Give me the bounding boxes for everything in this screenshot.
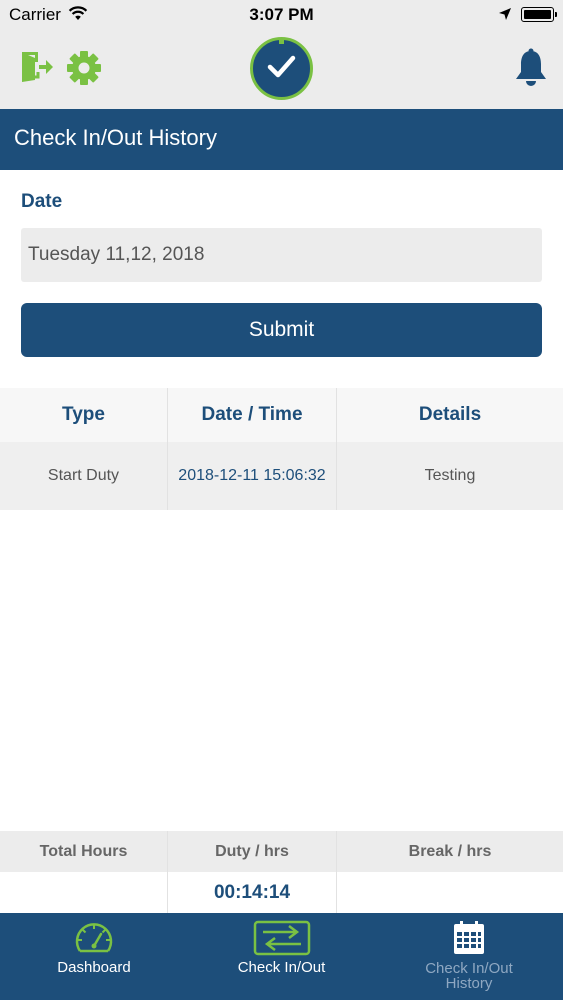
duty-hours-label: Duty / hrs: [168, 831, 337, 872]
break-hours-value: [337, 872, 563, 914]
title-bar: Check In/Out History: [0, 109, 563, 170]
column-header-date-time: Date / Time: [168, 388, 337, 442]
logout-icon[interactable]: [19, 50, 55, 89]
table-header-row: Type Date / Time Details: [0, 388, 563, 442]
app-header: [0, 30, 563, 109]
tab-dashboard-label: Dashboard: [57, 959, 131, 976]
tab-dashboard[interactable]: Dashboard: [0, 913, 188, 1000]
total-hours-value: [0, 872, 168, 914]
cell-date-time: 2018-12-11 15:06:32: [168, 442, 337, 510]
tab-check-in-out-history[interactable]: Check In/Out History: [375, 913, 563, 1000]
tab-check-in-out-history-label: Check In/Out History: [425, 960, 513, 992]
dashboard-gauge-icon: [74, 920, 114, 961]
hours-summary: Total Hours Duty / hrs Break / hrs 00:14…: [0, 831, 563, 914]
total-hours-label: Total Hours: [0, 831, 168, 872]
column-header-type: Type: [0, 388, 168, 442]
tab-check-in-out[interactable]: Check In/Out: [188, 913, 375, 1000]
column-header-details: Details: [418, 404, 482, 425]
break-hours-label: Break / hrs: [408, 842, 492, 860]
battery-icon: [521, 7, 557, 22]
tab-bar: Dashboard Check In/Out Check In/Out Hist…: [0, 913, 563, 1000]
tab-check-in-out-label: Check In/Out: [237, 959, 326, 976]
date-label: Date: [21, 191, 63, 212]
history-table: Type Date / Time Details Start Duty 2018…: [0, 388, 563, 510]
cell-details: Testing: [424, 467, 476, 484]
duty-hours-value: 00:14:14: [168, 872, 337, 914]
summary-labels-row: Total Hours Duty / hrs Break / hrs: [0, 831, 563, 872]
submit-button[interactable]: Submit: [21, 303, 542, 357]
bell-icon[interactable]: [513, 48, 549, 93]
summary-values-row: 00:14:14: [0, 872, 563, 914]
cell-type: Start Duty: [0, 442, 168, 510]
table-row[interactable]: Start Duty 2018-12-11 15:06:32 Testing: [0, 442, 563, 510]
clock-time: 3:07 PM: [249, 5, 314, 24]
calendar-icon: [453, 920, 485, 961]
check-in-out-arrows-icon: [253, 920, 311, 961]
location-arrow-icon: [498, 6, 512, 26]
clock-check-icon: [249, 36, 314, 106]
status-bar: Carrier 3:07 PM: [0, 0, 563, 30]
settings-icon[interactable]: [67, 51, 101, 90]
date-field[interactable]: Tuesday 11,12, 2018: [21, 228, 542, 282]
page-title: Check In/Out History: [14, 125, 217, 150]
